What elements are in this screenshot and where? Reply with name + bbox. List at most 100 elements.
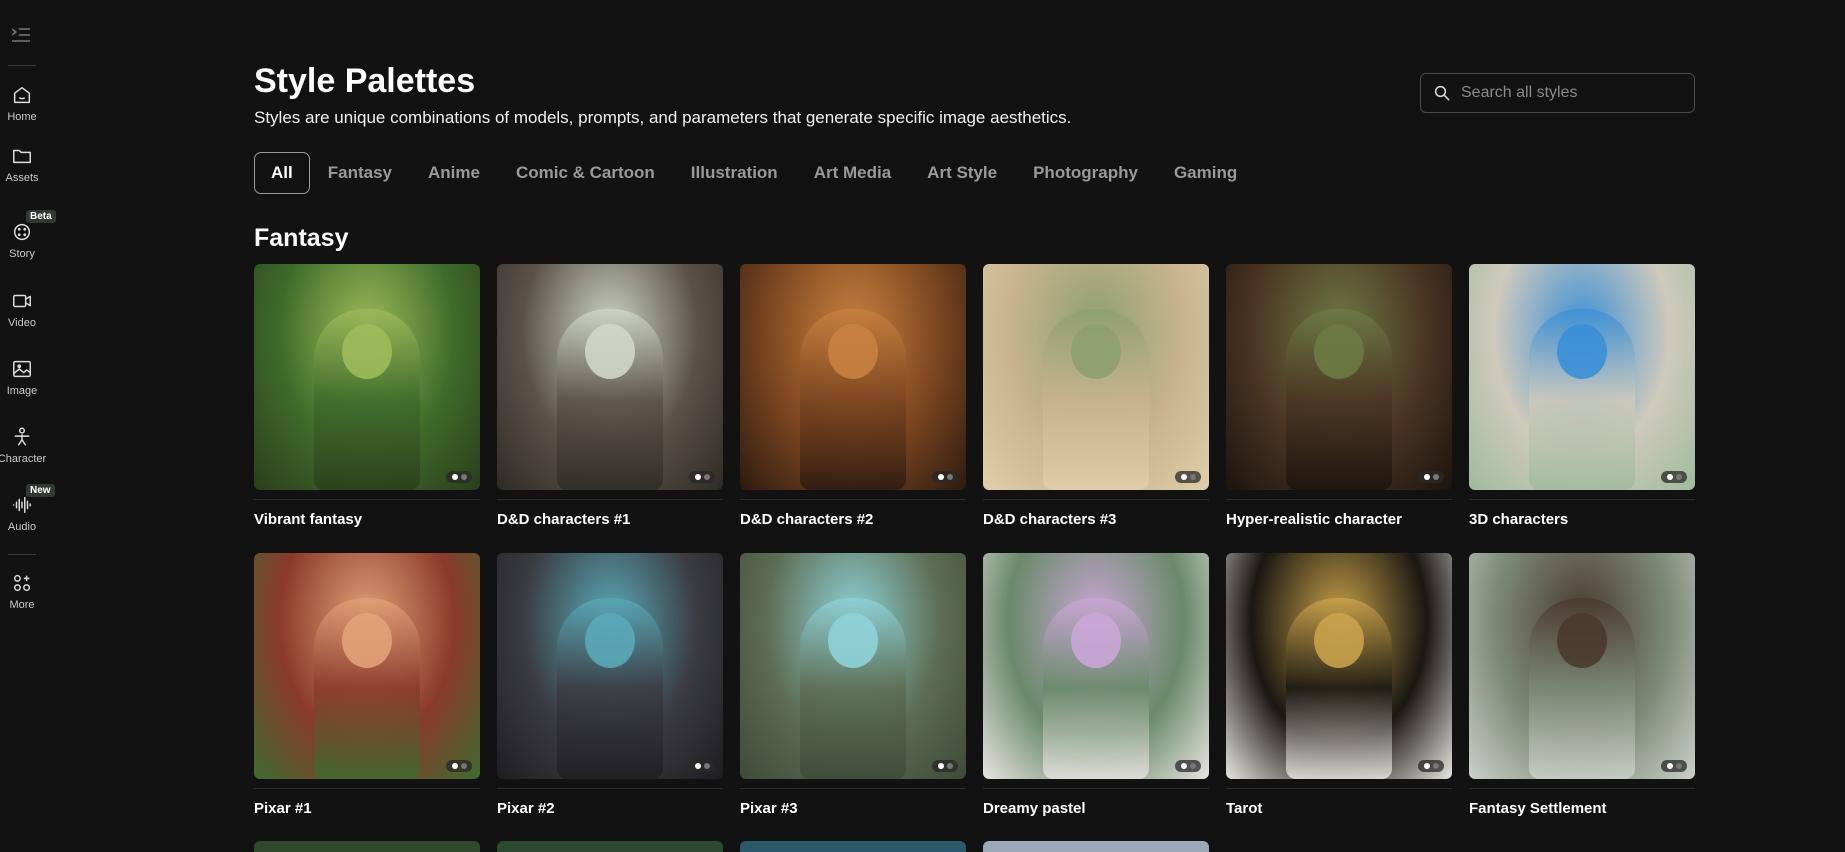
search-icon xyxy=(1434,85,1450,101)
style-card-title: Fantasy Settlement xyxy=(1469,800,1607,817)
sidebar-divider xyxy=(8,554,36,555)
style-card[interactable]: 3D characters xyxy=(1469,264,1695,553)
card-divider xyxy=(1226,788,1452,789)
style-card[interactable]: D&D characters #2 xyxy=(740,264,966,553)
tab-illustration[interactable]: Illustration xyxy=(673,152,796,194)
card-divider xyxy=(1469,788,1695,789)
sidebar-toggle-icon[interactable] xyxy=(10,26,32,44)
style-thumbnail[interactable] xyxy=(983,264,1209,490)
style-thumbnail[interactable] xyxy=(497,553,723,779)
tab-comic-cartoon[interactable]: Comic & Cartoon xyxy=(498,152,673,194)
style-card-title: Pixar #3 xyxy=(740,800,798,817)
style-thumbnail[interactable] xyxy=(254,264,480,490)
carousel-dots xyxy=(689,760,715,772)
card-divider xyxy=(740,499,966,500)
folder-icon xyxy=(13,149,31,164)
section-title: Fantasy xyxy=(254,224,349,252)
style-card[interactable]: Hyper-realistic character xyxy=(1226,264,1452,553)
style-card-title: D&D characters #3 xyxy=(983,511,1117,528)
style-card-title: D&D characters #2 xyxy=(740,511,874,528)
sidebar: Home Assets Story Beta Video Image Chara… xyxy=(0,0,56,852)
sidebar-item-label: Character xyxy=(0,453,47,465)
tab-gaming[interactable]: Gaming xyxy=(1156,152,1255,194)
search-input[interactable] xyxy=(1461,84,1681,102)
sidebar-item-label: Video xyxy=(8,317,36,329)
style-card-title: Tarot xyxy=(1226,800,1263,817)
card-divider xyxy=(497,499,723,500)
style-thumbnail-partial[interactable] xyxy=(983,841,1209,852)
sidebar-item-home[interactable]: Home xyxy=(0,84,44,123)
tab-fantasy[interactable]: Fantasy xyxy=(310,152,410,194)
character-icon xyxy=(14,427,30,446)
carousel-dots xyxy=(1418,760,1444,772)
carousel-dots xyxy=(1661,471,1687,483)
tab-art-style[interactable]: Art Style xyxy=(909,152,1015,194)
audio-wave-icon xyxy=(13,496,31,514)
page-subtitle: Styles are unique combinations of models… xyxy=(254,108,1072,127)
style-card[interactable]: Fantasy Settlement xyxy=(1469,553,1695,842)
card-divider xyxy=(983,499,1209,500)
style-grid: Vibrant fantasy D&D characters #1 D&D char… xyxy=(254,264,1696,842)
grid-more-icon xyxy=(13,574,31,592)
carousel-dots xyxy=(932,471,958,483)
sidebar-item-story[interactable]: Story xyxy=(0,221,44,260)
home-icon xyxy=(13,86,31,104)
style-thumbnail-partial[interactable] xyxy=(497,841,723,852)
style-card[interactable]: D&D characters #3 xyxy=(983,264,1209,553)
style-card-title: Pixar #1 xyxy=(254,800,312,817)
carousel-dots xyxy=(446,760,472,772)
sidebar-item-label: Image xyxy=(6,385,38,397)
tab-photography[interactable]: Photography xyxy=(1015,152,1156,194)
style-thumbnail[interactable] xyxy=(254,553,480,779)
carousel-dots xyxy=(932,760,958,772)
style-thumbnail[interactable] xyxy=(1469,553,1695,779)
style-card-title: Vibrant fantasy xyxy=(254,511,363,528)
carousel-dots xyxy=(1175,471,1201,483)
style-card[interactable]: Tarot xyxy=(1226,553,1452,842)
next-row-thumbnails xyxy=(254,841,1696,852)
style-card[interactable]: Pixar #3 xyxy=(740,553,966,842)
page-title: Style Palettes xyxy=(254,62,476,100)
tab-art-media[interactable]: Art Media xyxy=(796,152,909,194)
sidebar-item-label: Audio xyxy=(7,521,37,533)
card-divider xyxy=(497,788,723,789)
style-thumbnail[interactable] xyxy=(497,264,723,490)
style-card-title: 3D characters xyxy=(1469,511,1569,528)
sidebar-item-label: Assets xyxy=(5,172,39,184)
video-camera-icon xyxy=(13,294,31,308)
tab-all[interactable]: All xyxy=(254,152,310,194)
sidebar-item-assets[interactable]: Assets xyxy=(0,145,44,184)
sidebar-item-label: More xyxy=(9,599,35,611)
style-thumbnail[interactable] xyxy=(1226,264,1452,490)
sidebar-divider xyxy=(8,65,36,66)
style-thumbnail[interactable] xyxy=(740,264,966,490)
style-thumbnail[interactable] xyxy=(1226,553,1452,779)
card-divider xyxy=(1469,499,1695,500)
sidebar-item-more[interactable]: More xyxy=(0,572,44,611)
carousel-dots xyxy=(1418,471,1444,483)
sidebar-item-audio[interactable]: Audio xyxy=(0,494,44,533)
style-card[interactable]: Pixar #1 xyxy=(254,553,480,842)
style-card[interactable]: Vibrant fantasy xyxy=(254,264,480,553)
sidebar-item-video[interactable]: Video xyxy=(0,290,44,329)
card-divider xyxy=(1226,499,1452,500)
search-box[interactable] xyxy=(1420,73,1695,113)
style-thumbnail-partial[interactable] xyxy=(740,841,966,852)
card-divider xyxy=(254,788,480,789)
style-thumbnail[interactable] xyxy=(1469,264,1695,490)
style-card[interactable]: Dreamy pastel xyxy=(983,553,1209,842)
tab-anime[interactable]: Anime xyxy=(410,152,498,194)
sidebar-item-label: Story xyxy=(9,248,35,260)
carousel-dots xyxy=(446,471,472,483)
style-thumbnail[interactable] xyxy=(983,553,1209,779)
style-thumbnail-partial[interactable] xyxy=(254,841,480,852)
sidebar-item-image[interactable]: Image xyxy=(0,358,44,397)
film-reel-icon xyxy=(13,223,31,241)
category-tabs: All Fantasy Anime Comic & Cartoon Illust… xyxy=(254,152,1255,194)
style-card-title: D&D characters #1 xyxy=(497,511,631,528)
carousel-dots xyxy=(1661,760,1687,772)
style-thumbnail[interactable] xyxy=(740,553,966,779)
sidebar-item-character[interactable]: Character xyxy=(0,426,47,465)
style-card[interactable]: D&D characters #1 xyxy=(497,264,723,553)
style-card[interactable]: Pixar #2 xyxy=(497,553,723,842)
